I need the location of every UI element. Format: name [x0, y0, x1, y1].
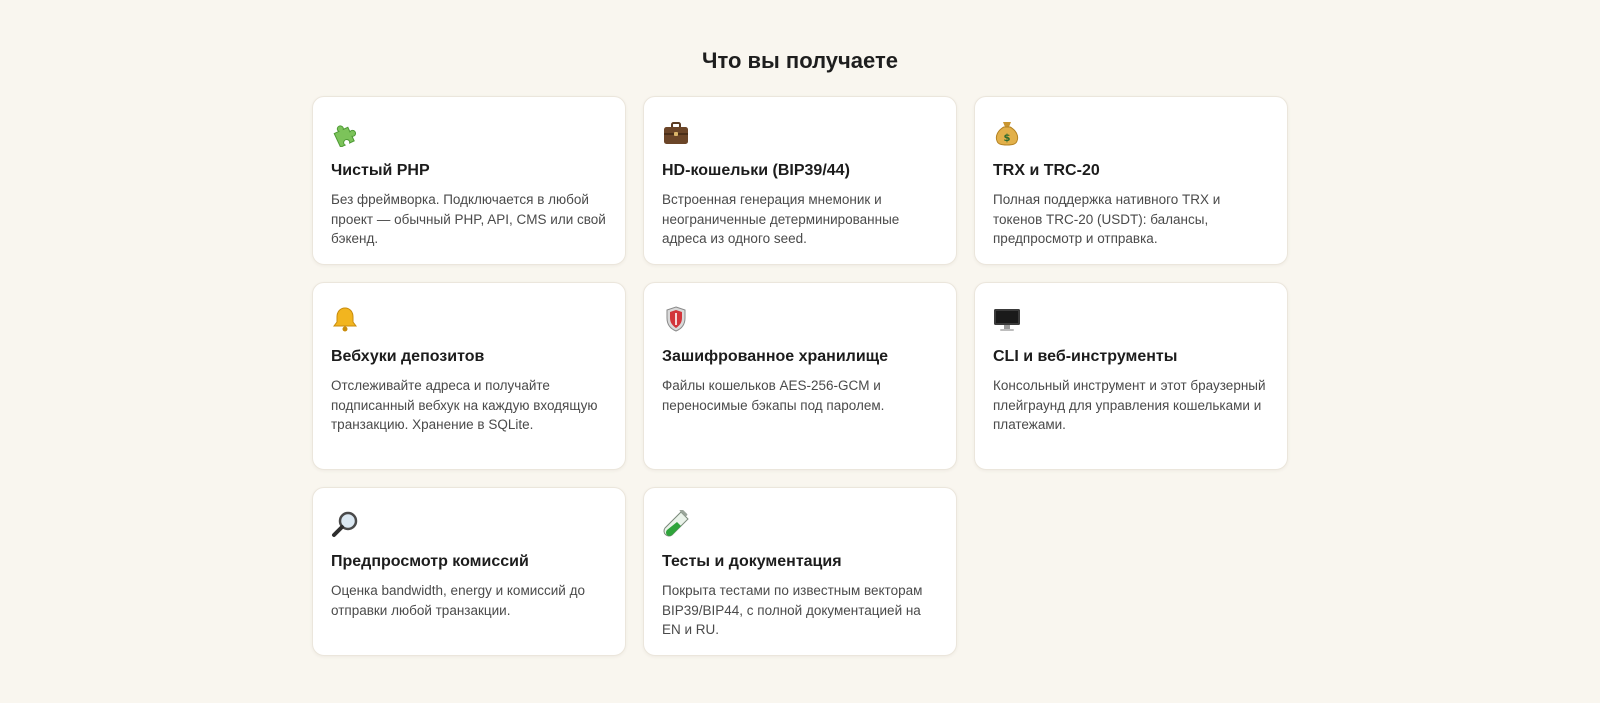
feature-description: Консольный инструмент и этот браузерный … — [993, 378, 1266, 432]
feature-card-tests-docs: Тесты и документация Покрыта тестами по … — [643, 487, 957, 656]
feature-card-fee-preview: Предпросмотр комиссий Оценка bandwidth, … — [312, 487, 626, 656]
feature-description: Отслеживайте адреса и получайте подписан… — [331, 378, 598, 432]
desktop-computer-icon — [993, 305, 1021, 333]
feature-card-trx-trc20: $ TRX и TRC-20 Полная поддержка нативног… — [974, 96, 1288, 265]
feature-title: Зашифрованное хранилище — [662, 348, 889, 365]
feature-description: Покрыта тестами по известным векторам BI… — [662, 583, 923, 637]
feature-description: Полная поддержка нативного TRX и токенов… — [993, 192, 1221, 246]
feature-title: Предпросмотр комиссий — [331, 553, 529, 570]
briefcase-icon — [662, 119, 690, 147]
feature-card-hd-wallets: HD-кошельки (BIP39/44) Встроенная генера… — [643, 96, 957, 265]
feature-card-pure-php: Чистый PHP Без фреймворка. Подключается … — [312, 96, 626, 265]
feature-title: Чистый PHP — [331, 162, 430, 179]
feature-card-webhooks: Вебхуки депозитов Отслеживайте адреса и … — [312, 282, 626, 470]
feature-description: Без фреймворка. Подключается в любой про… — [331, 192, 606, 246]
feature-description: Встроенная генерация мнемоник и неограни… — [662, 192, 900, 246]
feature-title: Тесты и документация — [662, 553, 842, 570]
svg-text:$: $ — [1004, 133, 1011, 144]
money-bag-icon: $ — [993, 119, 1021, 147]
feature-title: CLI и веб-инструменты — [993, 348, 1178, 365]
feature-title: Вебхуки депозитов — [331, 348, 485, 365]
feature-title: TRX и TRC-20 — [993, 162, 1100, 179]
magnifying-glass-icon — [331, 510, 359, 538]
feature-card-encrypted-storage: Зашифрованное хранилище Файлы кошельков … — [643, 282, 957, 470]
feature-title: HD-кошельки (BIP39/44) — [662, 162, 850, 179]
bell-icon — [331, 305, 359, 333]
feature-card-cli-web-tools: CLI и веб-инструменты Консольный инструм… — [974, 282, 1288, 470]
feature-description: Оценка bandwidth, energy и комиссий до о… — [331, 583, 585, 618]
feature-description: Файлы кошельков AES-256-GCM и переносимы… — [662, 378, 885, 413]
puzzle-piece-icon — [331, 119, 359, 147]
section-title: Что вы получаете — [702, 48, 898, 73]
shield-icon — [662, 305, 690, 333]
test-tube-icon — [662, 510, 690, 538]
